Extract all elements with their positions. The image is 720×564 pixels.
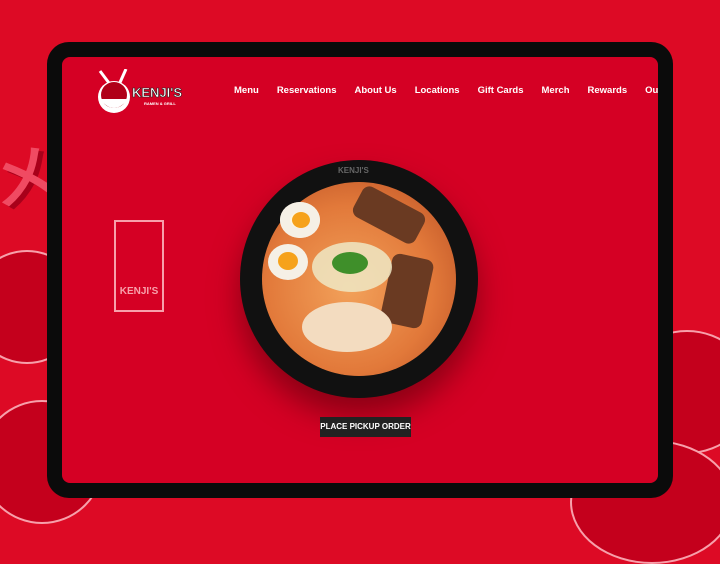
- ramen-bowl-image: KENJI'S: [240, 160, 478, 398]
- main-nav: Menu Reservations About Us Locations Gif…: [234, 85, 658, 96]
- place-pickup-order-button[interactable]: PLACE PICKUP ORDER: [320, 417, 411, 437]
- nav-locations[interactable]: Locations: [415, 85, 460, 96]
- bowl-brand: KENJI'S: [338, 166, 369, 175]
- logo-name: KENJI'S: [132, 85, 183, 101]
- nav-rewards[interactable]: Rewards: [588, 85, 628, 96]
- nav-our-food[interactable]: Our Food: [645, 85, 658, 96]
- decor-sign-brand: KENJI'S: [114, 220, 164, 312]
- nav-gift-cards[interactable]: Gift Cards: [478, 85, 524, 96]
- website-screen: KENJI'S KENJI'S RAMEN & GRILL Menu Reser…: [62, 57, 658, 483]
- kenjis-logo[interactable]: KENJI'S RAMEN & GRILL: [96, 68, 196, 115]
- nav-reservations[interactable]: Reservations: [277, 85, 337, 96]
- nav-merch[interactable]: Merch: [542, 85, 570, 96]
- nav-menu[interactable]: Menu: [234, 85, 259, 96]
- logo-tagline: RAMEN & GRILL: [144, 101, 176, 106]
- nav-about-us[interactable]: About Us: [354, 85, 396, 96]
